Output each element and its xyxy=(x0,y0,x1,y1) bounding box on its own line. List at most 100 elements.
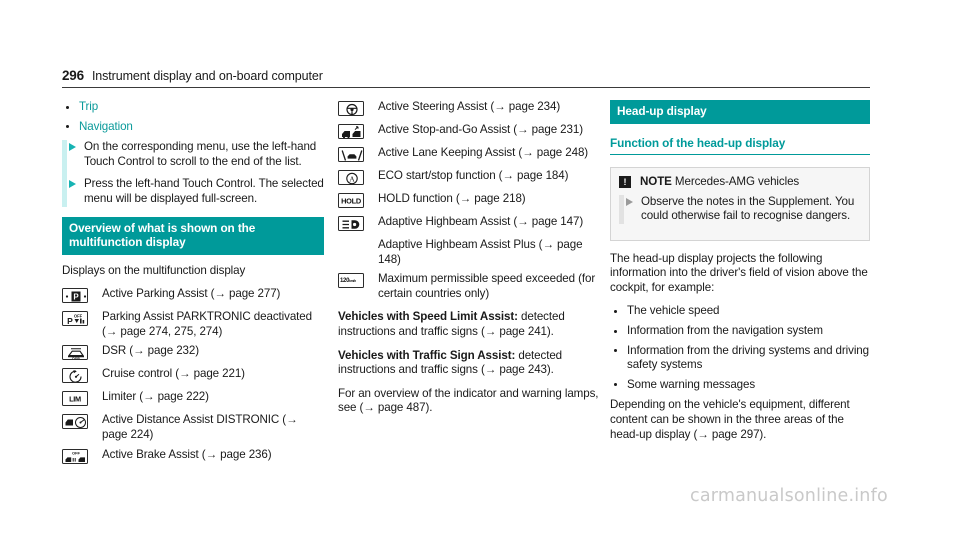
icon-cell xyxy=(62,367,102,390)
watermark: carmanualsonline.info xyxy=(690,486,888,506)
icon-list-label: ECO start/stop function (→ page 184) xyxy=(378,169,569,182)
icon-list-label: Active Brake Assist (→ page 236) xyxy=(102,447,272,461)
table-row: 120km/h Maximum permissible speed exceed… xyxy=(338,272,600,306)
svg-text:DSR: DSR xyxy=(72,357,80,360)
note-steps: Observe the notes in the Supplement. You… xyxy=(619,194,861,224)
section-heading-multifunction-display: Overview of what is shown on the multifu… xyxy=(62,216,324,255)
sub-heading-function-of-head-up-display: Function of the head-up display xyxy=(610,133,870,155)
list-item-label: Information from the driving systems and… xyxy=(627,343,869,372)
icon-cell xyxy=(338,123,378,146)
parktronic-deactivated-icon: P OFF xyxy=(62,311,88,327)
paragraph-lead: Vehicles with Traffic Sign Assist: xyxy=(338,348,516,362)
lane-keeping-icon xyxy=(338,147,364,162)
svg-text:OFF: OFF xyxy=(72,450,81,455)
head-up-display-intro: The head-up display projects the followi… xyxy=(610,251,868,294)
speed-limit-value: 120km/h xyxy=(340,277,356,284)
menu-bullet-list: Trip Navigation xyxy=(62,100,324,134)
right-column: Head-up display Function of the head-up … xyxy=(610,100,870,451)
list-item: Some warning messages xyxy=(610,378,870,393)
table-row: Active Distance Assist DISTRONIC (→ page… xyxy=(62,413,324,447)
list-item: The vehicle speed xyxy=(610,304,870,319)
hold-icon: HOLD xyxy=(338,193,364,208)
section-intro: Displays on the multifunction display xyxy=(62,263,246,277)
speed-limit-assist-paragraph: Vehicles with Speed Limit Assist: detect… xyxy=(338,310,600,339)
icon-cell: LIM xyxy=(62,390,102,413)
list-item[interactable]: Navigation xyxy=(62,120,324,135)
triangle-bullet-icon xyxy=(69,180,76,189)
step-text: Observe the notes in the Supplement. You… xyxy=(641,194,855,223)
step-item: On the corresponding menu, use the left-… xyxy=(62,140,324,169)
note-title-row: ! NOTE Mercedes-AMG vehicles xyxy=(619,175,861,189)
section-heading-head-up-display: Head-up display xyxy=(610,100,870,124)
icon-cell: 120km/h xyxy=(338,272,378,306)
icon-cell: OFF xyxy=(62,448,102,471)
dsr-icon: DSR xyxy=(62,345,88,361)
limiter-icon: LIM xyxy=(62,391,88,407)
svg-text:OFF: OFF xyxy=(74,314,83,319)
icon-list-label: Active Parking Assist (→ page 277) xyxy=(102,287,281,301)
icon-cell: HOLD xyxy=(338,192,378,215)
steering-wheel-icon xyxy=(338,101,364,116)
table-row: Adaptive Highbeam Assist (→ page 147) xyxy=(338,215,600,238)
table-row: P Active Parking Assist (→ page 277) xyxy=(62,287,324,310)
adaptive-highbeam-icon xyxy=(338,216,364,231)
step-text: Press the left-hand Touch Control. The s… xyxy=(84,177,324,205)
icon-list-label: Parking Assist PARKTRONIC deactivated (→… xyxy=(102,310,313,338)
list-item[interactable]: Trip xyxy=(62,100,324,115)
icon-cell: A xyxy=(338,169,378,192)
driving-systems-icon-list: Active Steering Assist (→ page 234) Acti… xyxy=(338,100,600,306)
icon-cell: P xyxy=(62,287,102,310)
table-row: A ECO start/stop function (→ page 184) xyxy=(338,169,600,192)
list-item-label: Trip xyxy=(79,100,99,113)
bullet-dot-icon xyxy=(66,105,69,109)
active-brake-assist-icon: OFF xyxy=(62,448,88,464)
distronic-icon xyxy=(62,414,88,430)
list-item-label: Some warning messages xyxy=(627,377,756,391)
hold-icon-label: HOLD xyxy=(341,196,361,205)
page-title: Instrument display and on-board computer xyxy=(91,69,323,83)
list-item: Information from the driving systems and… xyxy=(610,344,870,373)
instruction-steps: On the corresponding menu, use the left-… xyxy=(62,140,324,207)
header-row: 296 Instrument display and on-board comp… xyxy=(62,68,870,87)
header-divider xyxy=(62,87,870,88)
triangle-bullet-icon xyxy=(69,143,76,152)
head-up-display-outro: Depending on the vehicle's equipment, di… xyxy=(610,398,850,441)
svg-text:P: P xyxy=(67,316,73,326)
indicator-lamps-paragraph: For an overview of the indicator and war… xyxy=(338,386,599,415)
multifunction-display-icon-list: P Active Parking Assist (→ page 277) P O… xyxy=(62,287,324,470)
table-row: P OFF Parking Assist PARKTRONIC deactiva… xyxy=(62,310,324,344)
icon-list-label: Maximum permissible speed exceeded (for … xyxy=(378,272,596,300)
bullet-dot-icon xyxy=(614,309,617,313)
bullet-dot-icon xyxy=(614,383,617,387)
paragraph-lead: Vehicles with Speed Limit Assist: xyxy=(338,310,518,324)
icon-list-label: Adaptive Highbeam Assist Plus (→ page 14… xyxy=(378,238,583,266)
icon-list-label: Limiter (→ page 222) xyxy=(102,390,209,404)
icon-list-label: Adaptive Highbeam Assist (→ page 147) xyxy=(378,215,584,228)
cruise-control-icon xyxy=(62,368,88,384)
bullet-dot-icon xyxy=(66,125,69,129)
icon-cell xyxy=(338,146,378,169)
icon-list-label: Active Stop-and-Go Assist (→ page 231) xyxy=(378,123,583,136)
triangle-bullet-icon xyxy=(626,197,633,206)
icon-cell xyxy=(62,413,102,447)
table-row: Active Steering Assist (→ page 234) xyxy=(338,100,600,123)
table-row: Cruise control (→ page 221) xyxy=(62,367,324,390)
stop-and-go-icon xyxy=(338,124,364,139)
bullet-dot-icon xyxy=(614,329,617,333)
svg-text:P: P xyxy=(73,293,79,302)
icon-list-label: HOLD function (→ page 218) xyxy=(378,192,526,205)
icon-cell: DSR xyxy=(62,344,102,367)
icon-list-label: Active Distance Assist DISTRONIC (→ page… xyxy=(102,413,298,441)
list-item-label: Navigation xyxy=(79,119,133,133)
icon-cell-empty xyxy=(338,238,378,272)
warning-exclamation-icon: ! xyxy=(619,175,631,188)
left-column: Trip Navigation On the corresponding men… xyxy=(62,100,324,471)
parking-assist-icon: P xyxy=(62,288,88,304)
table-row: Adaptive Highbeam Assist Plus (→ page 14… xyxy=(338,238,600,272)
note-title: NOTE Mercedes-AMG vehicles xyxy=(640,175,799,189)
table-row: LIM Limiter (→ page 222) xyxy=(62,390,324,413)
icon-list-label: Active Steering Assist (→ page 234) xyxy=(378,100,561,113)
icon-cell xyxy=(338,215,378,238)
eco-start-stop-icon: A xyxy=(338,170,364,185)
icon-cell: P OFF xyxy=(62,310,102,344)
